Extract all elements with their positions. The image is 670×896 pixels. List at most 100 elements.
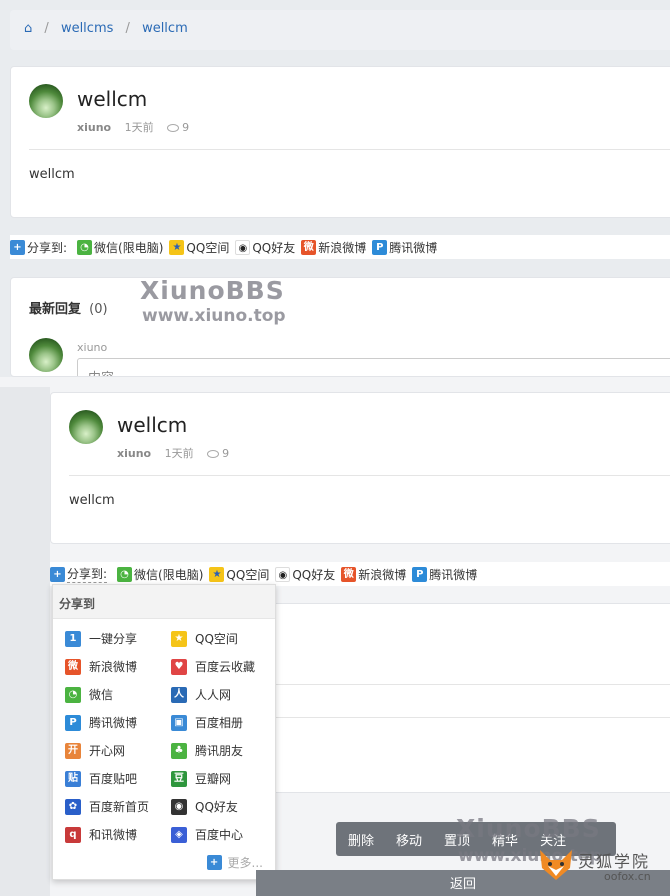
eye-icon — [207, 450, 220, 458]
share-menu-item[interactable]: ▣ 百度相册 — [171, 713, 277, 732]
fox-site: oofox.cn — [604, 870, 651, 883]
share-menu-item[interactable]: ♣ 腾讯朋友 — [171, 741, 277, 760]
avatar[interactable] — [69, 410, 103, 444]
share-menu-item[interactable]: ◉ QQ好友 — [171, 797, 277, 816]
post-card: wellcm xiuno 1天前 9 wellcm — [10, 66, 670, 218]
qq-icon[interactable]: ◉ — [275, 566, 291, 582]
qzone-icon[interactable]: ★ — [209, 566, 225, 582]
share-menu-item[interactable]: q 和讯微博 — [65, 825, 171, 844]
tencent-weibo-icon[interactable]: P — [372, 239, 388, 255]
plus-icon: + — [206, 855, 222, 870]
share-menu-item[interactable]: ♥ 百度云收藏 — [171, 657, 277, 676]
reply-user: xiuno — [77, 341, 108, 354]
share-menu-item[interactable]: 贴百度贴吧 — [65, 769, 171, 788]
wechat-icon[interactable]: ◔ — [77, 239, 93, 255]
paw-icon: ✿ — [65, 798, 81, 815]
share-qq[interactable]: QQ好友 — [292, 566, 335, 583]
share-menu-item-label: 人人网 — [195, 688, 232, 702]
plus-icon[interactable]: + — [10, 239, 25, 255]
avatar[interactable] — [29, 84, 63, 118]
one-key-share-icon: 1 — [65, 630, 81, 647]
weibo-icon[interactable]: 微 — [301, 239, 317, 255]
share-menu-item[interactable]: ✿ 百度新首页 — [65, 797, 171, 816]
baidu-album-icon: ▣ — [171, 714, 187, 731]
divider — [29, 149, 670, 150]
weibo-icon: 微 — [65, 658, 81, 675]
share-menu-item[interactable]: 开开心网 — [65, 741, 171, 760]
delete-button[interactable]: 删除 — [348, 830, 374, 849]
share-menu-item[interactable]: ◈ 百度中心 — [171, 825, 277, 844]
share-wechat[interactable]: 微信(限电脑) — [134, 566, 203, 583]
renren-icon: 人 — [171, 686, 187, 703]
home-icon[interactable]: ⌂ — [24, 21, 32, 36]
post-time: 1天前 — [164, 447, 194, 460]
share-label[interactable]: 分享到: — [67, 565, 108, 583]
reply-avatar[interactable] — [29, 338, 63, 372]
divider — [69, 475, 670, 476]
share-menu-item-label: 百度贴吧 — [89, 772, 138, 786]
share-qzone[interactable]: QQ空间 — [226, 566, 269, 583]
qzone-icon: ★ — [171, 630, 187, 647]
share-tencent-weibo[interactable]: 腾讯微博 — [429, 566, 477, 583]
share-menu-item-label: 百度新首页 — [89, 800, 150, 814]
share-menu-item[interactable]: 人人人网 — [171, 685, 277, 704]
wechat-icon[interactable]: ◔ — [117, 566, 133, 582]
hexun-icon: q — [65, 826, 81, 843]
post-meta: xiuno 1天前 9 — [117, 445, 229, 461]
overlay-backdrop — [0, 387, 50, 896]
share-weibo[interactable]: 新浪微博 — [358, 566, 406, 583]
share-label[interactable]: 分享到: — [27, 239, 67, 256]
weibo-icon[interactable]: 微 — [341, 566, 357, 582]
share-qq[interactable]: QQ好友 — [252, 239, 295, 256]
divider — [271, 717, 670, 718]
share-menu-item[interactable]: 豆豆瓣网 — [171, 769, 277, 788]
replies-count: (0) — [89, 302, 108, 317]
heart-icon: ♥ — [171, 658, 187, 675]
fox-logo-icon — [536, 846, 576, 882]
share-menu-item[interactable]: ★ QQ空间 — [171, 629, 277, 648]
reply-input[interactable]: 内容 — [77, 358, 670, 376]
share-menu-item-label: QQ好友 — [195, 800, 238, 814]
post-title: wellcm — [117, 413, 188, 437]
share-menu-list: 1 一键分享 ★ QQ空间微新浪微博 ♥ 百度云收藏 ◔ 微信人人人网 P 腾讯微博 ▣ 百度相册开开… — [53, 619, 275, 844]
divider — [271, 684, 670, 685]
share-menu-item[interactable]: 1 一键分享 — [65, 629, 171, 648]
baidu-center-icon: ◈ — [171, 826, 187, 843]
share-menu-item[interactable]: P 腾讯微博 — [65, 713, 171, 732]
view-count: 9 — [222, 447, 230, 460]
post-time: 1天前 — [124, 121, 154, 134]
share-menu-item-label: 腾讯朋友 — [195, 744, 244, 758]
share-qzone[interactable]: QQ空间 — [186, 239, 229, 256]
post-author[interactable]: xiuno — [117, 447, 151, 460]
breadcrumb-item[interactable]: wellcms — [61, 21, 113, 36]
fox-brand: 灵狐学院 — [578, 852, 651, 871]
share-tencent-weibo[interactable]: 腾讯微博 — [389, 239, 437, 256]
share-menu-item-label: 百度中心 — [195, 828, 244, 842]
share-menu: 分享到 1 一键分享 ★ QQ空间微新浪微博 ♥ 百度云收藏 ◔ 微信人人人网 P 腾讯微博 ▣ 百度… — [52, 584, 276, 880]
move-button[interactable]: 移动 — [396, 830, 422, 849]
replies-heading: 最新回复 (0) — [29, 302, 108, 317]
clover-icon: ♣ — [171, 742, 187, 759]
breadcrumb-item-current[interactable]: wellcm — [142, 21, 188, 36]
tencent-weibo-icon: P — [65, 714, 81, 731]
plus-icon[interactable]: + — [50, 566, 65, 582]
share-menu-item[interactable]: ◔ 微信 — [65, 685, 171, 704]
share-menu-item[interactable]: 微新浪微博 — [65, 657, 171, 676]
qzone-icon[interactable]: ★ — [169, 239, 185, 255]
douban-icon: 豆 — [171, 770, 187, 787]
share-weibo[interactable]: 新浪微博 — [318, 239, 366, 256]
replies-card: 最新回复 (0) xiuno 内容 — [10, 277, 670, 377]
share-menu-title: 分享到 — [53, 585, 275, 619]
share-wechat[interactable]: 微信(限电脑) — [94, 239, 163, 256]
share-menu-more[interactable]: + 更多... — [206, 854, 263, 871]
share-menu-item-label: 新浪微博 — [89, 660, 138, 674]
watermark-brand: XiunoBBS — [140, 276, 285, 305]
share-menu-item-label: 开心网 — [89, 744, 126, 758]
post-card-overlay: wellcm xiuno 1天前 9 wellcm — [50, 392, 670, 544]
qq-icon[interactable]: ◉ — [235, 239, 251, 255]
share-menu-item-label: 微信 — [89, 688, 114, 702]
post-author[interactable]: xiuno — [77, 121, 111, 134]
share-menu-item-label: 百度相册 — [195, 716, 244, 730]
tencent-weibo-icon[interactable]: P — [412, 566, 428, 582]
share-menu-item-label: 腾讯微博 — [89, 716, 138, 730]
